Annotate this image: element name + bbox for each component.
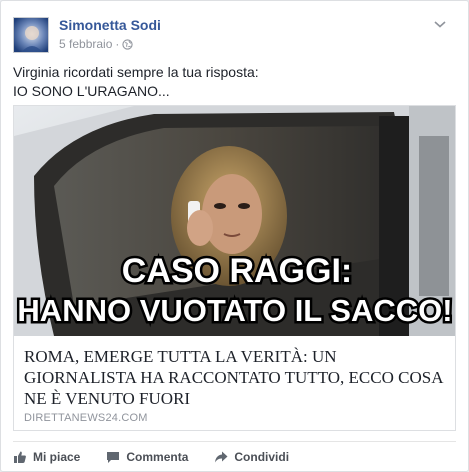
share-arrow-icon xyxy=(215,451,228,462)
post-text: Virginia ricordati sempre la tua rispost… xyxy=(13,63,453,101)
link-preview-image[interactable]: CASO RAGGI: HANNO VUOTATO IL SACCO! xyxy=(14,106,455,336)
comment-icon xyxy=(107,451,120,463)
globe-icon[interactable] xyxy=(122,38,134,50)
post-text-line: Virginia ricordati sempre la tua rispost… xyxy=(13,64,259,80)
link-preview-body[interactable]: ROMA, EMERGE TUTTA LA VERITÀ: UN GIORNAL… xyxy=(14,336,455,430)
link-preview[interactable]: CASO RAGGI: HANNO VUOTATO IL SACCO! ROMA… xyxy=(13,105,456,431)
link-title-line: GIORNALISTA HA RACCONTATO TUTTO, ECCO CO… xyxy=(24,368,444,387)
post-text-line: IO SONO L'URAGANO... xyxy=(13,83,170,99)
post-date[interactable]: 5 febbraio xyxy=(59,37,112,51)
link-title-line: ROMA, EMERGE TUTTA LA VERITÀ: UN xyxy=(24,347,337,366)
comment-button[interactable]: Commenta xyxy=(106,443,188,471)
author-name[interactable]: Simonetta Sodi xyxy=(59,17,161,33)
overlay-title-line1: CASO RAGGI: xyxy=(122,252,352,290)
post-card: Simonetta Sodi 5 febbraio · Virginia ric… xyxy=(0,0,469,472)
post-actions-bar: Mi piace Commenta Condividi xyxy=(13,441,456,471)
overlay-title-line2: HANNO VUOTATO IL SACCO! xyxy=(17,293,452,328)
share-label: Condividi xyxy=(234,449,290,464)
author-avatar[interactable] xyxy=(13,17,49,53)
share-button[interactable]: Condividi xyxy=(214,443,289,471)
chevron-down-icon[interactable] xyxy=(433,19,447,29)
post-header: Simonetta Sodi 5 febbraio · xyxy=(13,13,453,55)
like-label: Mi piace xyxy=(33,449,81,464)
post-meta: 5 febbraio · xyxy=(59,37,134,51)
meta-separator: · xyxy=(115,37,120,51)
comment-label: Commenta xyxy=(126,449,189,464)
link-domain: DIRETTANEWS24.COM xyxy=(24,412,148,424)
like-button[interactable]: Mi piace xyxy=(13,443,80,471)
link-title[interactable]: ROMA, EMERGE TUTTA LA VERITÀ: UN GIORNAL… xyxy=(24,346,444,409)
thumbs-up-icon xyxy=(14,451,26,463)
link-title-line: NE È VENUTO FUORI xyxy=(24,389,191,408)
